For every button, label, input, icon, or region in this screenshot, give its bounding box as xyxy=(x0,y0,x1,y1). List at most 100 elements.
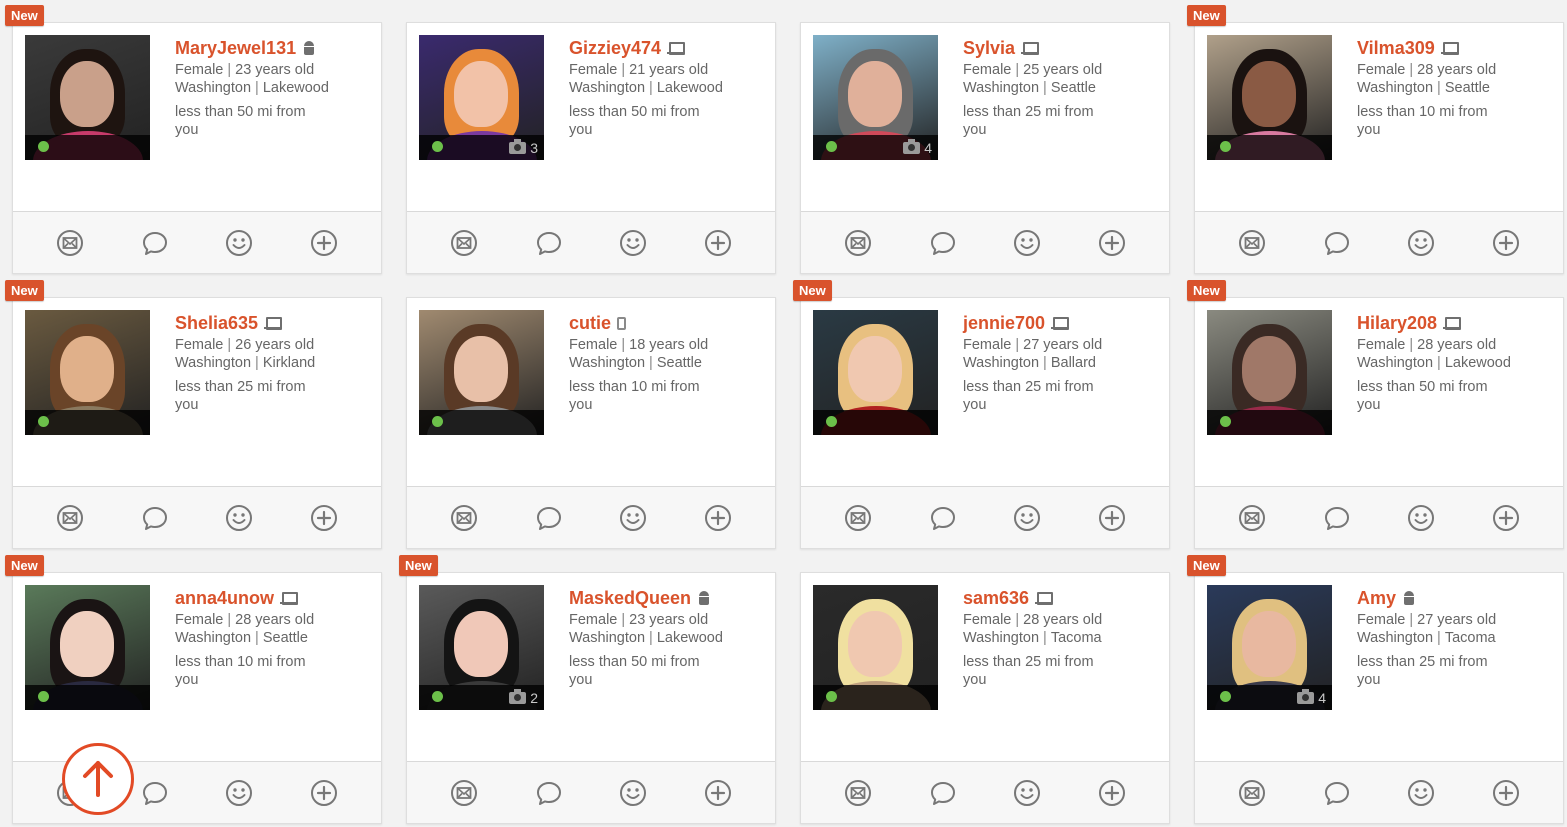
send-wink-button[interactable] xyxy=(219,498,259,538)
profile-photo[interactable]: 3 xyxy=(419,35,544,160)
profile-name-link[interactable]: jennie700 xyxy=(963,313,1045,334)
profile-photo[interactable] xyxy=(419,310,544,435)
start-chat-button[interactable] xyxy=(1317,498,1357,538)
start-chat-button[interactable] xyxy=(1317,773,1357,813)
profile-summary[interactable]: MaryJewel131 Female | 23 years old Washingto… xyxy=(13,23,381,210)
profile-summary[interactable]: 4 Amy Female | 27 years old Washington | Tacoma… xyxy=(1195,573,1563,760)
send-wink-button[interactable] xyxy=(1007,223,1047,263)
send-wink-button[interactable] xyxy=(613,773,653,813)
send-wink-button[interactable] xyxy=(219,773,259,813)
scroll-to-top-button[interactable] xyxy=(62,743,134,815)
profile-card[interactable]: Hilary208 Female | 28 years old Washington | L… xyxy=(1194,297,1564,549)
profile-summary[interactable]: jennie700 Female | 27 years old Washington | B… xyxy=(801,298,1169,485)
add-favorite-button[interactable] xyxy=(1092,498,1132,538)
send-wink-button[interactable] xyxy=(1401,498,1441,538)
add-favorite-button[interactable] xyxy=(1486,773,1526,813)
profile-name-link[interactable]: anna4unow xyxy=(175,588,274,609)
profile-card[interactable]: cutie Female | 18 years old Washington | Seatt… xyxy=(406,297,776,549)
profile-card[interactable]: MaryJewel131 Female | 23 years old Washingto… xyxy=(12,22,382,274)
send-message-button[interactable] xyxy=(1232,223,1272,263)
profile-summary[interactable]: Vilma309 Female | 28 years old Washington | Se… xyxy=(1195,23,1563,210)
start-chat-button[interactable] xyxy=(923,498,963,538)
profile-name-link[interactable]: Hilary208 xyxy=(1357,313,1437,334)
add-favorite-button[interactable] xyxy=(698,223,738,263)
add-favorite-button[interactable] xyxy=(1486,498,1526,538)
profile-photo[interactable] xyxy=(1207,35,1332,160)
start-chat-button[interactable] xyxy=(529,773,569,813)
start-chat-button[interactable] xyxy=(135,773,175,813)
profile-photo[interactable] xyxy=(1207,310,1332,435)
send-wink-button[interactable] xyxy=(1007,773,1047,813)
add-favorite-button[interactable] xyxy=(1486,223,1526,263)
chat-bubble-icon xyxy=(1324,231,1349,255)
send-message-button[interactable] xyxy=(1232,498,1272,538)
send-message-button[interactable] xyxy=(444,773,484,813)
photo-count[interactable]: 4 xyxy=(903,139,932,156)
profile-name-link[interactable]: Gizziey474 xyxy=(569,38,661,59)
profile-name-link[interactable]: sam636 xyxy=(963,588,1029,609)
profile-summary[interactable]: 2 MaskedQueen Female | 23 years old Washingto… xyxy=(407,573,775,760)
send-message-button[interactable] xyxy=(50,498,90,538)
add-favorite-button[interactable] xyxy=(304,773,344,813)
profile-summary[interactable]: 4 Sylvia Female | 25 years old Washington | Sea… xyxy=(801,23,1169,210)
profile-photo[interactable] xyxy=(25,310,150,435)
profile-name-link[interactable]: cutie xyxy=(569,313,611,334)
add-favorite-button[interactable] xyxy=(1092,223,1132,263)
profile-photo[interactable] xyxy=(813,310,938,435)
profile-name-link[interactable]: Amy xyxy=(1357,588,1396,609)
send-wink-button[interactable] xyxy=(613,498,653,538)
start-chat-button[interactable] xyxy=(529,223,569,263)
profile-photo[interactable] xyxy=(813,585,938,710)
profile-photo[interactable]: 2 xyxy=(419,585,544,710)
profile-card[interactable]: 4 Sylvia Female | 25 years old Washington | Sea… xyxy=(800,22,1170,274)
profile-summary[interactable]: anna4unow Female | 28 years old Washington | S… xyxy=(13,573,381,760)
send-wink-button[interactable] xyxy=(1007,498,1047,538)
send-message-button[interactable] xyxy=(838,773,878,813)
profile-photo[interactable]: 4 xyxy=(1207,585,1332,710)
start-chat-button[interactable] xyxy=(135,498,175,538)
profile-summary[interactable]: sam636 Female | 28 years old Washington | Taco… xyxy=(801,573,1169,760)
profile-photo[interactable] xyxy=(25,35,150,160)
profile-name-link[interactable]: MaryJewel131 xyxy=(175,38,296,59)
start-chat-button[interactable] xyxy=(1317,223,1357,263)
start-chat-button[interactable] xyxy=(529,498,569,538)
profile-card[interactable]: 2 MaskedQueen Female | 23 years old Washingto… xyxy=(406,572,776,824)
send-message-button[interactable] xyxy=(1232,773,1272,813)
send-wink-button[interactable] xyxy=(613,223,653,263)
photo-count[interactable]: 4 xyxy=(1297,689,1326,706)
profile-card[interactable]: jennie700 Female | 27 years old Washington | B… xyxy=(800,297,1170,549)
profile-card[interactable]: sam636 Female | 28 years old Washington | Taco… xyxy=(800,572,1170,824)
profile-summary[interactable]: 3 Gizziey474 Female | 21 years old Washington… xyxy=(407,23,775,210)
send-wink-button[interactable] xyxy=(1401,223,1441,263)
send-message-button[interactable] xyxy=(838,498,878,538)
add-favorite-button[interactable] xyxy=(1092,773,1132,813)
profile-card[interactable]: Vilma309 Female | 28 years old Washington | Se… xyxy=(1194,22,1564,274)
profile-photo[interactable]: 4 xyxy=(813,35,938,160)
start-chat-button[interactable] xyxy=(135,223,175,263)
profile-photo[interactable] xyxy=(25,585,150,710)
profile-name-link[interactable]: Sylvia xyxy=(963,38,1015,59)
photo-count[interactable]: 3 xyxy=(509,139,538,156)
profile-summary[interactable]: Hilary208 Female | 28 years old Washington | L… xyxy=(1195,298,1563,485)
add-favorite-button[interactable] xyxy=(698,498,738,538)
profile-card[interactable]: Shelia635 Female | 26 years old Washington | K… xyxy=(12,297,382,549)
profile-card[interactable]: 3 Gizziey474 Female | 21 years old Washington… xyxy=(406,22,776,274)
send-message-button[interactable] xyxy=(838,223,878,263)
send-wink-button[interactable] xyxy=(219,223,259,263)
photo-count[interactable]: 2 xyxy=(509,689,538,706)
profile-card[interactable]: 4 Amy Female | 27 years old Washington | Tacoma… xyxy=(1194,572,1564,824)
add-favorite-button[interactable] xyxy=(304,223,344,263)
send-message-button[interactable] xyxy=(444,498,484,538)
send-wink-button[interactable] xyxy=(1401,773,1441,813)
send-message-button[interactable] xyxy=(50,223,90,263)
send-message-button[interactable] xyxy=(444,223,484,263)
profile-summary[interactable]: Shelia635 Female | 26 years old Washington | K… xyxy=(13,298,381,485)
profile-name-link[interactable]: Vilma309 xyxy=(1357,38,1435,59)
start-chat-button[interactable] xyxy=(923,773,963,813)
profile-name-link[interactable]: MaskedQueen xyxy=(569,588,691,609)
profile-summary[interactable]: cutie Female | 18 years old Washington | Seatt… xyxy=(407,298,775,485)
add-favorite-button[interactable] xyxy=(304,498,344,538)
add-favorite-button[interactable] xyxy=(698,773,738,813)
profile-name-link[interactable]: Shelia635 xyxy=(175,313,258,334)
start-chat-button[interactable] xyxy=(923,223,963,263)
